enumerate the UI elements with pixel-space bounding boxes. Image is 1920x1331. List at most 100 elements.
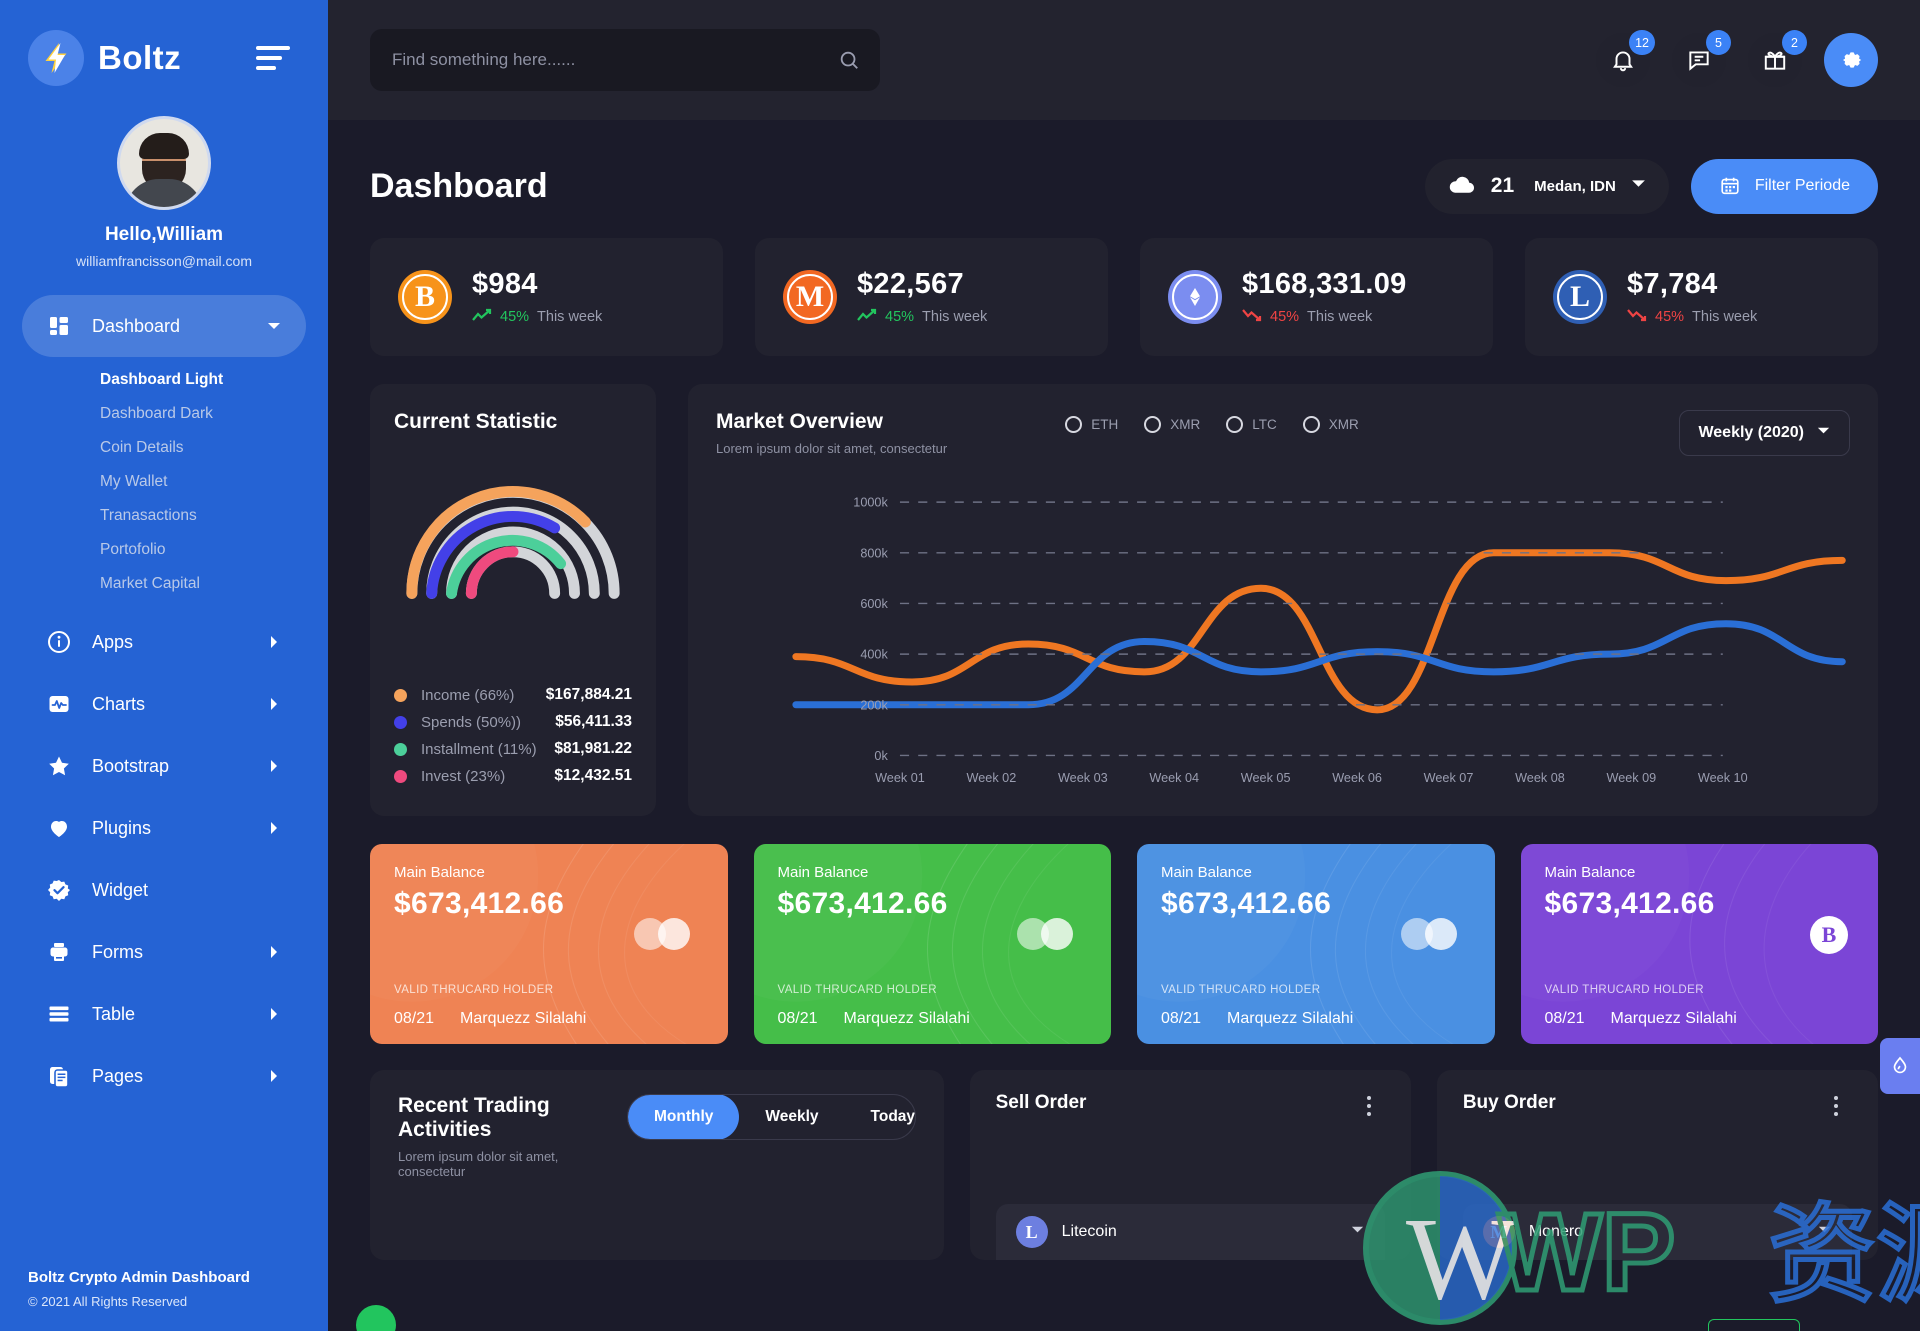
grid-icon [46,313,72,339]
radio-circle-icon [1144,416,1162,433]
search-icon[interactable] [838,49,860,71]
stat-card-xmr[interactable]: M $22,567 45% This week [755,238,1108,356]
tab-today[interactable]: Today [845,1095,915,1139]
stat-change: 45% This week [857,308,987,326]
legend-label: Spends (50%)) [421,713,522,731]
trend-down-icon [1242,308,1262,326]
radio-ltc[interactable]: LTC [1226,416,1277,433]
sidebar-subitem-dashboard-dark[interactable]: Dashboard Dark [0,397,328,431]
monero-icon: M [783,270,837,324]
trading-row-avatar [356,1305,396,1331]
svg-text:Week 08: Week 08 [1515,771,1565,785]
kebab-icon[interactable] [1834,1096,1838,1116]
legend-color-dot [394,688,407,702]
sidebar-item-widget[interactable]: Widget [22,859,306,921]
credit-card-orange[interactable]: Main Balance $673,412.66 VALID THRUCARD … [370,844,728,1044]
legend-value: $12,432.51 [554,767,632,784]
sell-order-coin-select[interactable]: L Litecoin [995,1204,1385,1260]
card-balance-amount: $673,412.66 [394,887,565,920]
legend-item: Income (66%) $167,884.21 [394,686,632,704]
chevron-right-icon [266,1006,282,1022]
buy-order-card: Buy Order M Monero [1436,1070,1878,1260]
market-period-label: Weekly (2020) [1698,424,1804,441]
theme-customizer-tab[interactable] [1880,1038,1920,1094]
stat-value: $7,784 [1627,268,1718,300]
buy-order-title: Buy Order [1462,1092,1556,1113]
sidebar-item-bootstrap[interactable]: Bootstrap [22,735,306,797]
tab-monthly[interactable]: Monthly [628,1095,740,1139]
credit-card-green[interactable]: Main Balance $673,412.66 VALID THRUCARD … [753,844,1111,1044]
sidebar-item-charts[interactable]: Charts [22,673,306,735]
sidebar-subitem-market-capital[interactable]: Market Capital [0,567,328,601]
main-area: 12 5 2 Dashboard [328,0,1920,1331]
chevron-right-icon [266,758,282,774]
card-footer: 08/21 Marquezz Silalahi [778,1010,970,1028]
hamburger-icon[interactable] [256,46,290,70]
search-input[interactable] [370,29,880,91]
printer-icon [46,939,72,965]
gifts-button[interactable]: 2 [1748,30,1807,87]
stat-card-eth[interactable]: $168,331.09 45% This week [1140,238,1493,356]
credit-card-blue[interactable]: Main Balance $673,412.66 VALID THRUCARD … [1137,844,1495,1044]
radio-eth[interactable]: ETH [1065,416,1118,433]
filter-periode-button[interactable]: Filter Periode [1690,158,1878,214]
dashboard-submenu: Dashboard Light Dashboard Dark Coin Deta… [0,357,328,611]
stat-period: This week [537,309,603,325]
market-overview-card: Market Overview Lorem ipsum dolor sit am… [688,384,1878,816]
radio-xmr-2[interactable]: XMR [1302,416,1359,433]
bitcoin-icon: B [398,270,452,324]
topbar-actions: 12 5 2 [1596,30,1878,87]
stat-change: 45% This week [472,308,602,326]
stat-percent: 45% [885,309,915,325]
svg-text:800k: 800k [860,546,888,560]
stat-card-btc[interactable]: B $984 45% This week [370,238,723,356]
gift-icon [1764,51,1786,70]
chevron-right-icon [266,1068,282,1084]
svg-text:Week 02: Week 02 [967,771,1017,785]
credit-card-purple[interactable]: Main Balance $673,412.66 B VALID THRUCAR… [1520,844,1878,1044]
messages-button[interactable]: 5 [1672,30,1731,87]
sidebar-subitem-coin-details[interactable]: Coin Details [0,431,328,465]
card-footer: 08/21 Marquezz Silalahi [1545,1010,1737,1028]
card-valid-date: 08/21 [1544,1010,1585,1027]
kebab-icon[interactable] [1366,1096,1371,1116]
sidebar-subitem-transactions[interactable]: Tranasactions [0,499,328,533]
page-header-actions: 21 Medan, IDN Filter Periode [1424,158,1878,214]
sidebar-item-dashboard[interactable]: Dashboard [22,295,306,357]
trading-title: Recent Trading Activities [398,1094,550,1141]
search-box [370,29,880,91]
bolt-icon [28,30,84,86]
trading-subtitle: Lorem ipsum dolor sit amet, consectetur [398,1149,559,1179]
weather-location-selector[interactable]: 21 Medan, IDN [1424,158,1669,214]
sidebar-item-apps[interactable]: Apps [22,611,306,673]
radio-xmr-1[interactable]: XMR [1144,416,1200,433]
sidebar-footer-copyright: © 2021 All Rights Reserved [28,1294,188,1309]
sidebar-item-table[interactable]: Table [22,983,306,1045]
settings-button[interactable] [1824,33,1878,87]
card-holder: Marquezz Silalahi [460,1010,587,1027]
sidebar-subitem-portofolio[interactable]: Portofolio [0,533,328,567]
buy-order-coin-select[interactable]: M Monero [1462,1204,1852,1260]
market-period-select[interactable]: Weekly (2020) [1679,410,1850,456]
sidebar-item-plugins[interactable]: Plugins [22,797,306,859]
radio-label: XMR [1328,417,1359,432]
sidebar-item-forms[interactable]: Forms [22,921,306,983]
stat-card-ltc[interactable]: L $7,784 45% This week [1525,238,1878,356]
tab-weekly[interactable]: Weekly [739,1095,844,1139]
card-valid-date: 08/21 [1161,1010,1202,1027]
legend-color-dot [394,715,407,729]
weather-temperature: 21 [1490,174,1515,197]
sidebar-item-label: Forms [92,941,143,962]
profile-email: williamfrancisson@mail.com [75,253,253,269]
card-balance-amount: $673,412.66 [1161,887,1332,920]
chevron-right-icon [266,820,282,836]
legend-color-dot [394,769,407,783]
radio-label: LTC [1252,417,1277,432]
sidebar-subitem-dashboard-light[interactable]: Dashboard Light [0,363,328,397]
sidebar-item-pages[interactable]: Pages [22,1045,306,1107]
sidebar: Boltz Hello,William williamfrancisson@ma… [0,0,328,1331]
sidebar-subitem-my-wallet[interactable]: My Wallet [0,465,328,499]
notifications-button[interactable]: 12 [1596,30,1655,87]
bottom-row: Recent Trading Activities Lorem ipsum do… [356,1070,1878,1331]
stat-cards-row: B $984 45% This week M $22,567 45% This … [370,238,1878,356]
